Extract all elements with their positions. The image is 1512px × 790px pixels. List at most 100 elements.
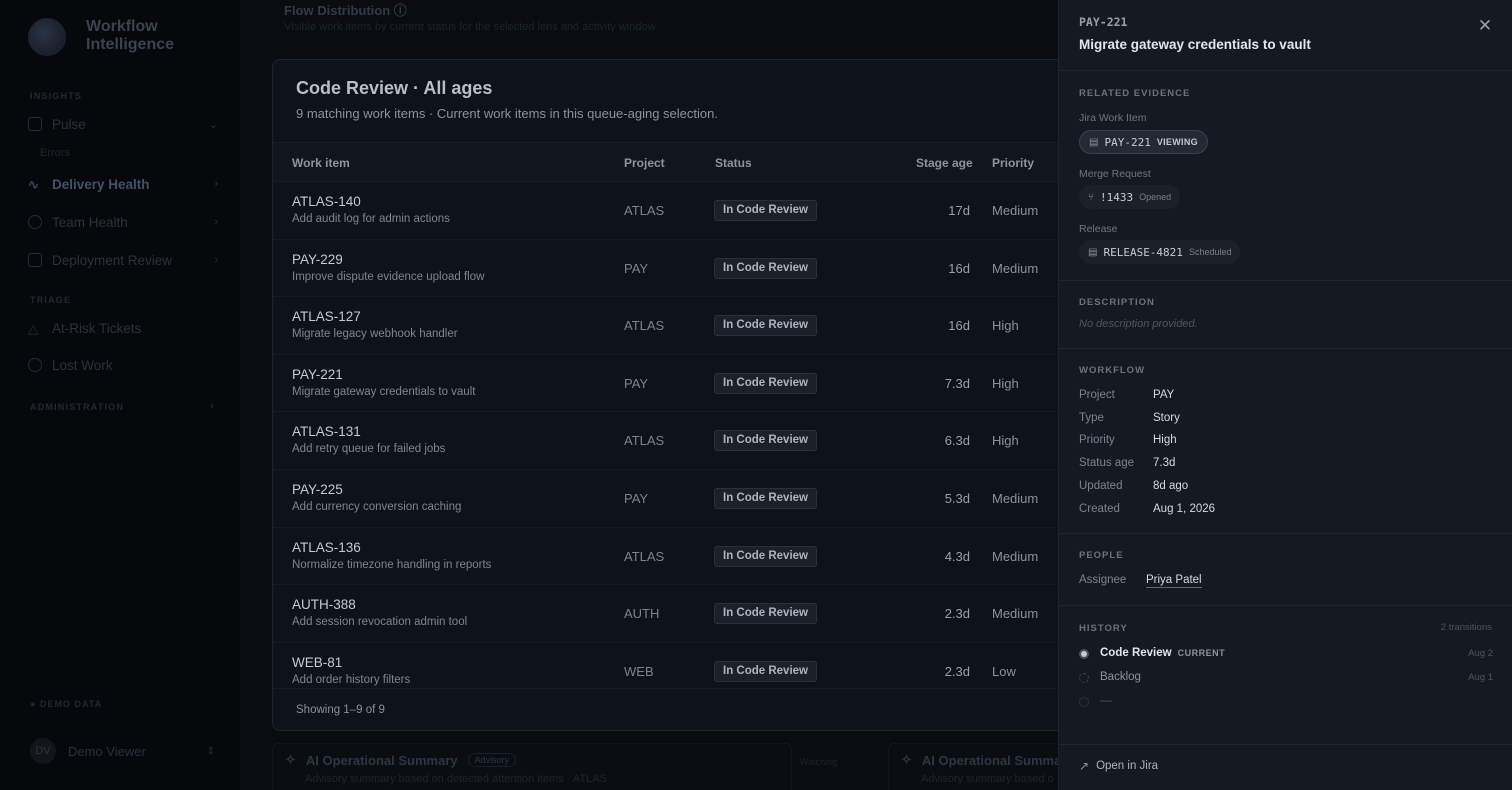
workflow-key: Type [1079, 411, 1104, 424]
table-row[interactable]: ATLAS-136 Normalize timezone handling in … [273, 528, 1111, 586]
sidebar-item-lost-work[interactable]: Lost Work [28, 352, 218, 378]
workflow-key: Status age [1079, 457, 1134, 470]
ai-summary-card[interactable]: ✧ AI Operational Summary Advisory Advisory… [272, 743, 792, 790]
work-item-id: ATLAS-131 [292, 424, 361, 440]
work-item-title: Normalize timezone handling in reports [292, 558, 492, 571]
related-evidence-heading: RELATED EVIDENCE [1079, 88, 1191, 99]
search-icon [28, 358, 42, 372]
activity-icon: ∿ [28, 177, 39, 192]
column-project[interactable]: Project [624, 156, 665, 170]
section-administration[interactable]: ADMINISTRATION › [30, 400, 215, 412]
table-row[interactable]: PAY-229 Improve dispute evidence upload f… [273, 240, 1111, 298]
jira-chip[interactable]: ▤ PAY-221 VIEWING [1079, 130, 1208, 154]
chevron-down-icon: ⌄ [208, 118, 218, 131]
work-item-title: Add order history filters [292, 673, 411, 686]
sparkle-icon: ✧ [285, 752, 296, 767]
history-dot-icon [1079, 649, 1089, 659]
modal-footer: Showing 1–9 of 9 [273, 688, 1111, 730]
demo-data-label: DEMO DATA [39, 699, 103, 709]
clipboard-icon [28, 253, 42, 267]
priority: Medium [992, 548, 1039, 564]
code-review-modal: Code Review · All ages 9 matching work i… [272, 59, 1112, 731]
column-status[interactable]: Status [715, 156, 752, 170]
work-item-project: PAY [624, 260, 649, 276]
brand[interactable]: Workflow Intelligence [28, 18, 196, 56]
workflow-key: Created [1079, 502, 1120, 515]
table-row[interactable]: ATLAS-131 Add retry queue for failed jobs… [273, 412, 1111, 470]
work-item-id: AUTH-388 [292, 597, 356, 613]
brand-name: Workflow Intelligence [86, 18, 175, 53]
ai-summary-title: AI Operational Summa [921, 752, 1062, 768]
divider [1059, 280, 1512, 281]
table-row[interactable]: WEB-81 Add order history filters WEB In Cod… [273, 643, 1111, 688]
modal-subtitle: 9 matching work items · Current work ite… [296, 106, 718, 121]
table-row[interactable]: AUTH-388 Add session revocation admin too… [273, 585, 1111, 643]
sidebar-item-delivery-health[interactable]: ∿ Delivery Health › [28, 171, 218, 197]
sidebar-item-at-risk[interactable]: △ At-Risk Tickets [28, 315, 218, 341]
sidebar-item-label: Delivery Health [52, 176, 150, 192]
status-badge: In Code Review [714, 488, 817, 509]
merge-request-key: !1433 [1100, 190, 1134, 204]
sidebar-item-label: Team Health [52, 214, 128, 230]
column-stage-age[interactable]: Stage age [916, 156, 973, 170]
history-dot-icon [1079, 673, 1089, 683]
work-item-title: Migrate gateway credentials to vault [1079, 37, 1311, 52]
chevron-right-icon: › [214, 178, 218, 190]
sidebar-item-pulse[interactable]: Pulse ⌄ [28, 111, 218, 137]
table-row[interactable]: ATLAS-127 Migrate legacy webhook handler A… [273, 297, 1111, 355]
git-merge-icon: ⑂ [1088, 191, 1094, 203]
pagination-summary: Showing 1–9 of 9 [296, 704, 385, 716]
status-badge: In Code Review [714, 257, 817, 279]
work-item-project: ATLAS [624, 548, 665, 564]
sidebar: Workflow Intelligence INSIGHTS Pulse ⌄ E… [0, 0, 240, 790]
work-item-project: WEB [624, 663, 654, 679]
status-badge: In Code Review [714, 660, 817, 682]
divider [1059, 70, 1512, 71]
warning-icon: △ [28, 321, 39, 336]
merge-request-status: Opened [1139, 192, 1172, 202]
sidebar-item-deployment-review[interactable]: Deployment Review › [28, 247, 218, 273]
status-badge: In Code Review [714, 372, 817, 394]
work-item-id: ATLAS-127 [292, 309, 361, 325]
column-work-item[interactable]: Work item [292, 156, 350, 170]
stage-age: 7.3d [944, 375, 970, 391]
priority: High [992, 375, 1019, 391]
flow-distribution-title: Flow Distribution ⓘ [284, 3, 407, 18]
grid-icon [28, 117, 42, 131]
close-icon[interactable]: ✕ [1475, 16, 1495, 36]
sidebar-item-team-health[interactable]: Team Health › [28, 209, 218, 235]
column-priority[interactable]: Priority [992, 156, 1034, 170]
sidebar-subitem-errors[interactable]: Errors [40, 147, 70, 159]
table-row[interactable]: PAY-225 Add currency conversion caching PA… [273, 470, 1111, 528]
assignee-link[interactable]: Priya Patel [1146, 574, 1202, 588]
stage-age: 4.3d [944, 548, 970, 564]
work-item-panel: PAY-221 Migrate gateway credentials to v… [1058, 0, 1512, 790]
table-row[interactable]: ATLAS-140 Add audit log for admin actions… [273, 182, 1111, 240]
work-item-project: PAY [624, 491, 649, 506]
work-item-project: ATLAS [624, 318, 665, 334]
chevron-right-icon: › [214, 254, 218, 266]
work-item-id: PAY-229 [292, 251, 343, 267]
release-chip[interactable]: ▤ RELEASE-4821 Scheduled [1079, 240, 1241, 264]
workflow-value: Aug 1, 2026 [1153, 502, 1216, 515]
work-item-project: AUTH [624, 606, 660, 622]
jira-key: PAY-221 [1104, 135, 1151, 149]
workflow-value: High [1153, 434, 1177, 447]
user-menu[interactable]: DV Demo Viewer ⇕ [30, 738, 215, 764]
current-tag: CURRENT [1177, 648, 1226, 658]
merge-request-chip[interactable]: ⑂ !1433 Opened [1079, 185, 1181, 209]
flow-distribution-subtitle: Visible work items by current status for… [284, 21, 656, 33]
history-dot-icon [1079, 697, 1089, 707]
sidebar-item-label: Pulse [52, 116, 86, 132]
divider [1059, 605, 1512, 606]
open-in-jira-link[interactable]: ↗ Open in Jira [1079, 759, 1158, 773]
work-item-title: Add session revocation admin tool [292, 616, 468, 629]
sparkle-icon: ✧ [901, 752, 912, 767]
table-row[interactable]: PAY-221 Migrate gateway credentials to va… [273, 355, 1111, 413]
priority: Medium [992, 491, 1039, 506]
description-empty: No description provided. [1079, 318, 1198, 330]
work-item-project: PAY [624, 375, 649, 391]
history-date: Aug 1 [1468, 672, 1493, 683]
status-badge: In Code Review [714, 603, 817, 625]
avatar: DV [30, 738, 56, 764]
